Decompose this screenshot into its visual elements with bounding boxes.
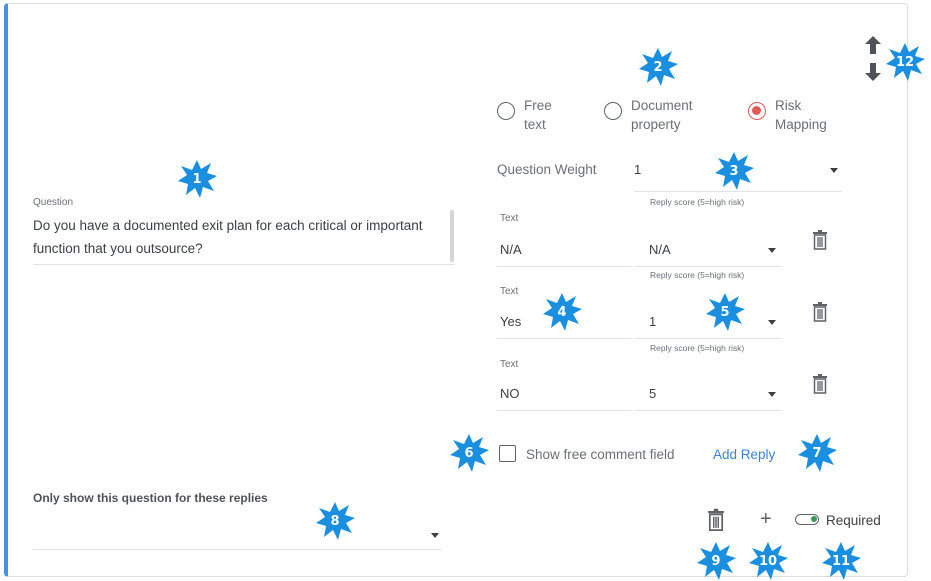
callout-badge-11: 11 <box>820 541 862 581</box>
move-down-button[interactable] <box>865 63 881 81</box>
divider <box>634 191 842 192</box>
add-reply-link[interactable]: Add Reply <box>713 447 775 462</box>
callout-badge-7: 7 <box>796 433 838 473</box>
textarea-scrollbar[interactable] <box>450 210 454 262</box>
callout-badge-9: 9 <box>695 541 737 581</box>
only-show-select[interactable] <box>33 520 441 550</box>
delete-reply-button[interactable] <box>812 302 828 322</box>
reply-score-label: Reply score (5=high risk) <box>650 197 745 207</box>
chevron-down-icon <box>431 533 439 538</box>
question-weight-label: Question Weight <box>497 162 597 177</box>
reply-score-label: Reply score (5=high risk) <box>650 343 745 353</box>
divider <box>497 266 631 267</box>
radio-circle <box>604 102 622 120</box>
trash-icon <box>708 508 724 531</box>
radio-circle <box>497 102 515 120</box>
divider <box>634 410 782 411</box>
callout-badge-10: 10 <box>747 541 789 581</box>
divider <box>497 338 631 339</box>
callout-badge-4: 4 <box>541 292 583 332</box>
reply-text-input[interactable]: NO <box>497 380 631 411</box>
callout-badge-1: 1 <box>176 159 218 199</box>
callout-badge-5: 5 <box>704 292 746 332</box>
reply-score-value: N/A <box>649 242 671 257</box>
reply-text-value: N/A <box>500 242 522 257</box>
radio-risk-mapping[interactable]: Risk Mapping <box>748 96 827 134</box>
reply-score-value: 1 <box>649 314 657 329</box>
reply-text-value: NO <box>500 386 520 401</box>
radio-label: Mapping <box>775 117 827 132</box>
required-toggle[interactable] <box>795 514 819 525</box>
move-up-button[interactable] <box>865 36 881 54</box>
reply-text-value: Yes <box>500 314 522 329</box>
delete-question-button[interactable] <box>707 508 725 532</box>
toggle-knob <box>811 516 817 522</box>
arrow-down-icon <box>865 63 881 81</box>
radio-label: property <box>631 117 681 132</box>
radio-document-property[interactable]: Document property <box>604 96 693 134</box>
divider <box>634 266 782 267</box>
arrow-up-icon <box>865 36 881 54</box>
trash-icon <box>813 230 827 250</box>
trash-icon <box>813 302 827 322</box>
question-textarea[interactable]: Do you have a documented exit plan for e… <box>33 214 451 260</box>
radio-label: text <box>524 117 546 132</box>
reply-text-label: Text <box>500 213 519 224</box>
free-comment-checkbox[interactable] <box>499 445 516 462</box>
delete-reply-button[interactable] <box>812 374 828 394</box>
radio-label: Risk <box>775 98 802 113</box>
reply-score-select[interactable]: 5 <box>634 380 782 411</box>
divider <box>634 338 782 339</box>
required-label: Required <box>826 513 881 528</box>
free-comment-label: Show free comment field <box>526 447 675 462</box>
reply-text-input[interactable]: N/A <box>497 236 631 267</box>
chevron-down-icon <box>768 248 776 253</box>
delete-reply-button[interactable] <box>812 230 828 250</box>
callout-badge-6: 6 <box>448 433 490 473</box>
divider <box>33 264 455 265</box>
radio-label: Free <box>524 98 552 113</box>
chevron-down-icon <box>830 168 838 173</box>
reply-score-label: Reply score (5=high risk) <box>650 270 745 280</box>
reply-score-select[interactable]: N/A <box>634 236 782 267</box>
callout-badge-3: 3 <box>713 151 755 191</box>
callout-badge-8: 8 <box>314 501 356 541</box>
chevron-down-icon <box>768 320 776 325</box>
add-question-button[interactable]: + <box>760 509 772 529</box>
radio-label: Document <box>631 98 693 113</box>
callout-badge-2: 2 <box>637 47 679 87</box>
reply-text-label: Text <box>500 359 519 370</box>
radio-free-text[interactable]: Free text <box>497 96 552 134</box>
trash-icon <box>813 374 827 394</box>
divider <box>33 549 441 550</box>
chevron-down-icon <box>768 392 776 397</box>
reply-score-value: 5 <box>649 386 657 401</box>
radio-circle-selected <box>748 102 766 120</box>
callout-badge-12: 12 <box>884 42 926 82</box>
question-weight-value: 1 <box>634 162 642 177</box>
reply-text-label: Text <box>500 286 519 297</box>
question-label: Question <box>33 197 74 208</box>
only-show-label: Only show this question for these replie… <box>33 491 268 505</box>
divider <box>497 410 631 411</box>
